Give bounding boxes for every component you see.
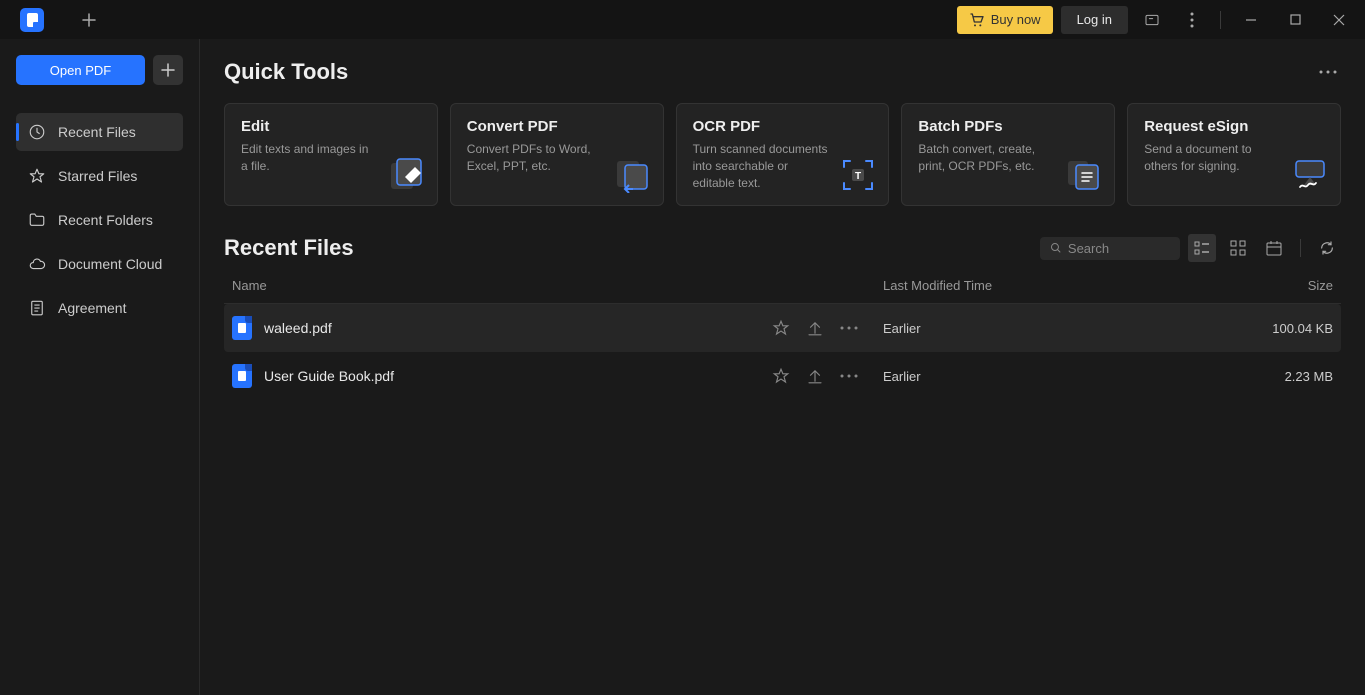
edit-icon (389, 157, 425, 193)
tool-title: Request eSign (1144, 118, 1324, 135)
tool-card-ocr[interactable]: OCR PDF Turn scanned documents into sear… (676, 103, 890, 206)
main-content: Quick Tools Edit Edit texts and images i… (200, 39, 1365, 695)
star-icon (28, 167, 46, 185)
sidebar: Open PDF Recent Files Starred Files Rece… (0, 39, 200, 695)
file-name-cell: waleed.pdf (232, 316, 771, 340)
open-pdf-button[interactable]: Open PDF (16, 55, 145, 85)
file-name: waleed.pdf (264, 320, 332, 336)
app-body: Open PDF Recent Files Starred Files Rece… (0, 39, 1365, 695)
sidebar-item-recent-folders[interactable]: Recent Folders (16, 201, 183, 239)
kebab-menu-icon[interactable] (1176, 4, 1208, 36)
sidebar-item-starred-files[interactable]: Starred Files (16, 157, 183, 195)
upload-file-button[interactable] (805, 318, 825, 338)
search-input[interactable] (1068, 241, 1170, 256)
document-icon (28, 299, 46, 317)
star-file-button[interactable] (771, 318, 791, 338)
buy-now-button[interactable]: Buy now (957, 6, 1053, 34)
maximize-button[interactable] (1277, 4, 1313, 36)
ocr-icon: T (840, 157, 876, 193)
app-logo-icon[interactable] (20, 8, 44, 32)
pdf-file-icon (232, 316, 252, 340)
sidebar-item-label: Recent Files (58, 124, 136, 140)
file-time: Earlier (883, 321, 1223, 336)
sidebar-item-label: Starred Files (58, 168, 137, 184)
divider (1220, 11, 1221, 29)
sidebar-item-agreement[interactable]: Agreement (16, 289, 183, 327)
svg-text:T: T (855, 171, 861, 182)
column-time: Last Modified Time (883, 278, 1223, 293)
divider (1300, 239, 1301, 257)
file-actions (771, 318, 859, 338)
file-time: Earlier (883, 369, 1223, 384)
login-label: Log in (1077, 12, 1112, 27)
titlebar: Buy now Log in (0, 0, 1365, 39)
tools-grid: Edit Edit texts and images in a file. Co… (224, 103, 1341, 206)
tool-title: OCR PDF (693, 118, 873, 135)
grid-view-button[interactable] (1224, 234, 1252, 262)
sidebar-item-label: Document Cloud (58, 256, 162, 272)
titlebar-right: Buy now Log in (957, 4, 1365, 36)
file-name-cell: User Guide Book.pdf (232, 364, 771, 388)
recent-files-title: Recent Files (224, 235, 354, 261)
clock-icon (28, 123, 46, 141)
list-view-button[interactable] (1188, 234, 1216, 262)
column-name: Name (232, 278, 883, 293)
file-more-button[interactable] (839, 318, 859, 338)
batch-icon (1066, 157, 1102, 193)
quick-tools-header: Quick Tools (224, 59, 1341, 85)
sidebar-item-label: Agreement (58, 300, 126, 316)
sidebar-top: Open PDF (16, 55, 183, 85)
esign-icon (1292, 157, 1328, 193)
table-header: Name Last Modified Time Size (224, 278, 1341, 304)
open-pdf-label: Open PDF (50, 63, 111, 78)
tool-card-convert[interactable]: Convert PDF Convert PDFs to Word, Excel,… (450, 103, 664, 206)
file-size: 100.04 KB (1223, 321, 1333, 336)
quick-tools-more-icon[interactable] (1315, 66, 1341, 78)
sidebar-item-label: Recent Folders (58, 212, 153, 228)
tool-card-edit[interactable]: Edit Edit texts and images in a file. (224, 103, 438, 206)
tool-card-batch[interactable]: Batch PDFs Batch convert, create, print,… (901, 103, 1115, 206)
folder-icon (28, 211, 46, 229)
search-icon (1050, 241, 1062, 255)
cloud-icon (28, 255, 46, 273)
sidebar-item-recent-files[interactable]: Recent Files (16, 113, 183, 151)
login-button[interactable]: Log in (1061, 6, 1128, 34)
titlebar-left (0, 0, 104, 39)
create-button[interactable] (153, 55, 183, 85)
close-button[interactable] (1321, 4, 1357, 36)
pdf-file-icon (232, 364, 252, 388)
new-tab-button[interactable] (74, 5, 104, 35)
tool-title: Convert PDF (467, 118, 647, 135)
recent-header: Recent Files (224, 234, 1341, 262)
minimize-button[interactable] (1233, 4, 1269, 36)
calendar-view-button[interactable] (1260, 234, 1288, 262)
quick-tools-title: Quick Tools (224, 59, 348, 85)
file-row[interactable]: waleed.pdf Earlier 100.04 KB (224, 304, 1341, 352)
upload-file-button[interactable] (805, 366, 825, 386)
buy-now-label: Buy now (991, 12, 1041, 27)
refresh-button[interactable] (1313, 234, 1341, 262)
file-more-button[interactable] (839, 366, 859, 386)
tool-card-esign[interactable]: Request eSign Send a document to others … (1127, 103, 1341, 206)
tool-title: Batch PDFs (918, 118, 1098, 135)
recent-controls (1040, 234, 1341, 262)
file-row[interactable]: User Guide Book.pdf Earlier 2.23 MB (224, 352, 1341, 400)
search-box[interactable] (1040, 237, 1180, 260)
column-size: Size (1223, 278, 1333, 293)
message-icon[interactable] (1136, 4, 1168, 36)
tool-title: Edit (241, 118, 421, 135)
file-size: 2.23 MB (1223, 369, 1333, 384)
file-actions (771, 366, 859, 386)
file-name: User Guide Book.pdf (264, 368, 394, 384)
convert-icon (615, 157, 651, 193)
star-file-button[interactable] (771, 366, 791, 386)
sidebar-item-document-cloud[interactable]: Document Cloud (16, 245, 183, 283)
